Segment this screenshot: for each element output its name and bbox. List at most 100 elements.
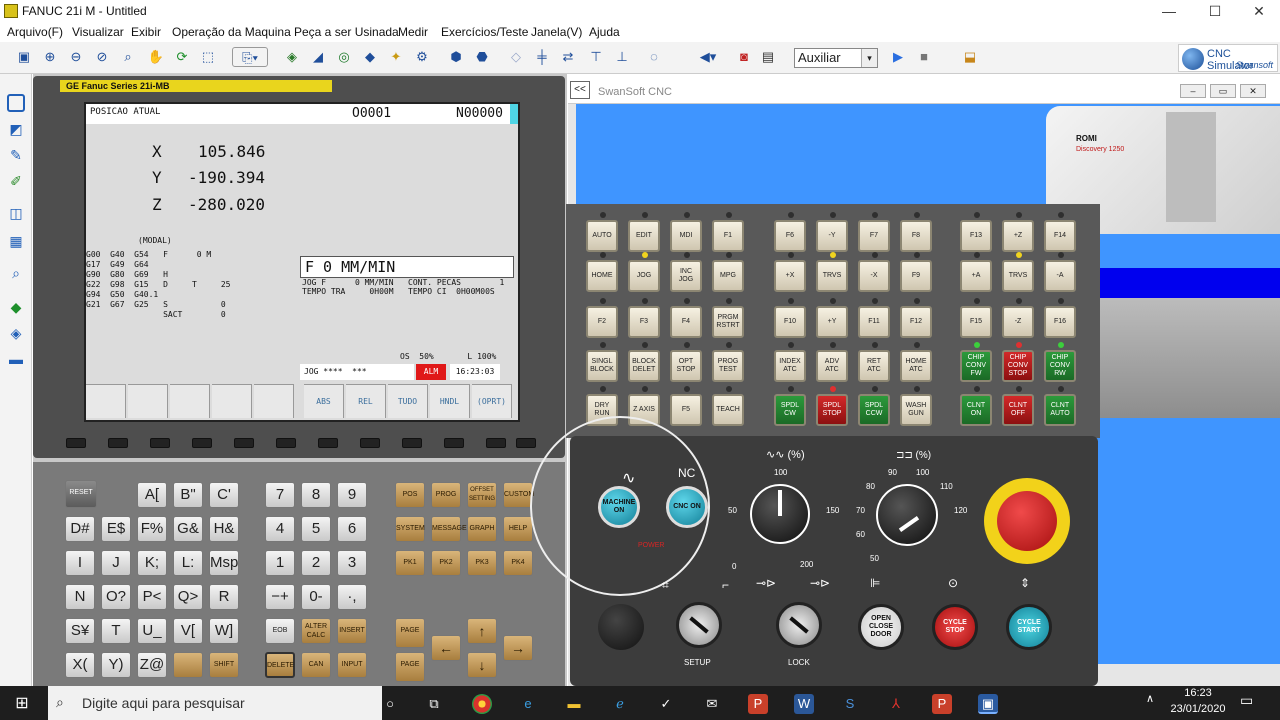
sim-restore-button[interactable]: ▭ [1210, 84, 1236, 98]
panel-button-adv-atc[interactable]: ADV ATC [816, 350, 848, 382]
graph-key[interactable]: GRAPH [467, 516, 497, 542]
menu-peca[interactable]: Peça a ser Usinada [294, 25, 399, 39]
key-9[interactable]: 9 [337, 482, 367, 508]
arrow-down-key[interactable]: ↓ [467, 652, 497, 678]
panel-button-f11[interactable]: F11 [858, 306, 890, 338]
chrome-icon[interactable] [472, 694, 492, 714]
softkey-blank[interactable] [128, 384, 168, 418]
panel-button-+z[interactable]: +Z [1002, 220, 1034, 252]
sim-minimize-button[interactable]: – [1180, 84, 1206, 98]
zoom-fit-icon[interactable]: ⌕ [118, 47, 138, 67]
machine-on-button[interactable]: MACHINE ON [598, 486, 640, 528]
maximize-button[interactable]: ☐ [1192, 0, 1238, 22]
window-icon[interactable] [7, 94, 25, 112]
hardkey[interactable] [192, 438, 212, 448]
scale-icon[interactable]: ⇄ [558, 47, 578, 67]
panel-button-clnt-off[interactable]: CLNT OFF [1002, 394, 1034, 426]
zoom-window-icon[interactable]: ⊘ [92, 47, 112, 67]
panel-button-trvs[interactable]: TRVS [816, 260, 848, 292]
softkey-tudo[interactable]: TUDO [388, 384, 428, 418]
arrow-right-key[interactable]: → [503, 635, 533, 661]
panel-button-singl-block[interactable]: SINGL BLOCK [586, 350, 618, 382]
mail-icon[interactable]: ✉ [702, 694, 722, 714]
select-box-icon[interactable]: ⬚ [198, 47, 218, 67]
swansoft-taskbar-icon[interactable]: S [840, 694, 860, 714]
key-f[interactable]: F% [137, 516, 167, 542]
notification-icon[interactable]: ▭ [1240, 692, 1253, 709]
tool-length-icon[interactable]: ⊥ [612, 47, 632, 67]
mode-select[interactable]: Auxiliar ▾ [794, 48, 878, 68]
key-3[interactable]: 3 [337, 550, 367, 576]
panel-button-chip-conv-stop[interactable]: CHIP CONV STOP [1002, 350, 1034, 382]
key-8[interactable]: 8 [301, 482, 331, 508]
menu-operacao[interactable]: Operação da Maquina [172, 25, 291, 39]
key-y[interactable]: Y) [101, 652, 131, 678]
input-key[interactable]: INPUT [337, 652, 367, 678]
open-folder-icon[interactable]: ⬓ [960, 47, 980, 67]
panel-button-f10[interactable]: F10 [774, 306, 806, 338]
key-t[interactable]: T [101, 618, 131, 644]
key-0[interactable]: 0- [301, 584, 331, 610]
setup-key-switch[interactable] [676, 602, 722, 648]
zoom-in-icon[interactable]: ⊕ [40, 47, 60, 67]
file-explorer-icon[interactable]: ▬ [564, 694, 584, 714]
pk4-key[interactable]: PK4 [503, 550, 533, 576]
menu-janela[interactable]: Janela(V) [531, 25, 582, 39]
panel-icon[interactable]: ▬ [7, 350, 25, 368]
panel-button-index-atc[interactable]: INDEX ATC [774, 350, 806, 382]
pan-hand-icon[interactable]: ✋ [146, 47, 166, 67]
play-icon[interactable]: ▶ [888, 47, 908, 67]
hardkey[interactable] [402, 438, 422, 448]
key-p[interactable]: P< [137, 584, 167, 610]
windows-start-icon[interactable]: ⊞ [12, 694, 32, 714]
panel-button-spdl-stop[interactable]: SPDL STOP [816, 394, 848, 426]
ie-icon[interactable]: ℯ [610, 694, 630, 714]
key-r[interactable]: R [209, 584, 239, 610]
measure-icon[interactable]: ◆ [360, 47, 380, 67]
panel-button-f2[interactable]: F2 [586, 306, 618, 338]
key-d[interactable]: D# [65, 516, 95, 542]
cube-solid-icon[interactable]: ⬣ [472, 47, 492, 67]
alter-key[interactable]: ALTER CALC [301, 618, 331, 644]
panel-button-jog[interactable]: JOG [628, 260, 660, 292]
right-arrow-softkey[interactable] [516, 438, 536, 448]
hardkey[interactable] [318, 438, 338, 448]
pen-icon[interactable]: ✎ [7, 146, 25, 164]
key-k[interactable]: K; [137, 550, 167, 576]
key-minus[interactable]: −+ [265, 584, 295, 610]
softkey-oprt[interactable]: (OPRT) [472, 384, 512, 418]
prog-key[interactable]: PROG [431, 482, 461, 508]
arrow-left-key[interactable]: ← [431, 635, 461, 661]
delete-key[interactable]: DELETE [265, 652, 295, 678]
menu-visualizar[interactable]: Visualizar [72, 25, 124, 39]
panel-button-f6[interactable]: F6 [774, 220, 806, 252]
key-7[interactable]: 7 [265, 482, 295, 508]
lock-key-switch[interactable] [776, 602, 822, 648]
word-icon[interactable]: W [794, 694, 814, 714]
key-x[interactable]: X( [65, 652, 95, 678]
panel-button-home[interactable]: HOME [586, 260, 618, 292]
save-icon[interactable]: ▣ [14, 47, 34, 67]
insert-key[interactable]: INSERT [337, 618, 367, 644]
close-button[interactable]: ✕ [1236, 0, 1280, 22]
panel-button-chip-conv-fw[interactable]: CHIP CONV FW [960, 350, 992, 382]
disk-icon[interactable]: ▤ [758, 47, 778, 67]
key-blank[interactable] [173, 652, 203, 678]
panel-button-f5[interactable]: F5 [670, 394, 702, 426]
reset-key[interactable]: RESET [65, 480, 97, 508]
menu-exercicios[interactable]: Exercícios/Teste [441, 25, 528, 39]
probe-icon[interactable]: ⊤ [586, 47, 606, 67]
panel-button-auto[interactable]: AUTO [586, 220, 618, 252]
cycle-start-button[interactable]: CYCLE START [1006, 604, 1052, 650]
cnc-on-button[interactable]: CNC ON [666, 486, 708, 528]
key-j[interactable]: J [101, 550, 131, 576]
key-g[interactable]: G& [173, 516, 203, 542]
tool-icon[interactable]: ◢ [308, 47, 328, 67]
cube-view-icon[interactable]: ⬢ [446, 47, 466, 67]
panel-button-opt-stop[interactable]: OPT STOP [670, 350, 702, 382]
softkey-hndl[interactable]: HNDL [430, 384, 470, 418]
menu-exibir[interactable]: Exibir [131, 25, 161, 39]
powerpoint-icon-2[interactable]: P [932, 694, 952, 714]
taskbar-search[interactable]: ⌕ Digite aqui para pesquisar [48, 686, 382, 720]
panel-button--x[interactable]: -X [858, 260, 890, 292]
